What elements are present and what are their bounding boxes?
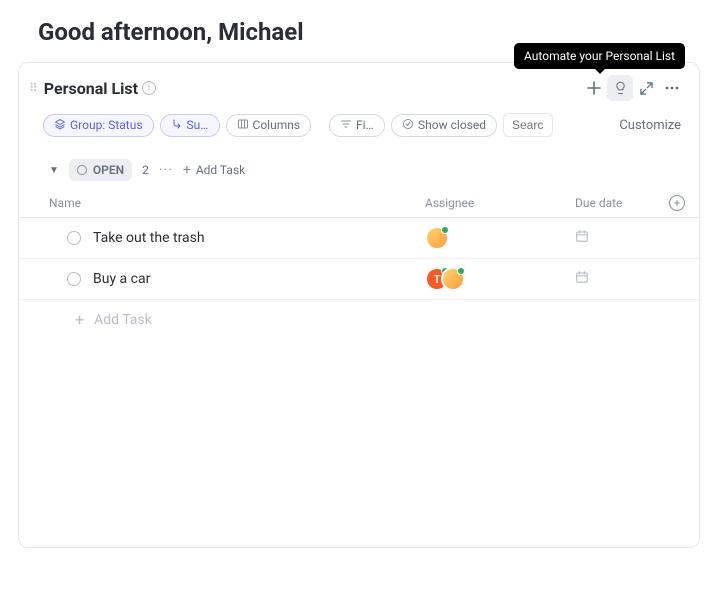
subtask-icon (171, 118, 183, 133)
search-input-wrap[interactable] (503, 113, 553, 137)
list-title[interactable]: Personal List (44, 79, 138, 98)
list-card: Automate your Personal List ⠿ Personal L… (18, 62, 700, 548)
plus-icon: + (183, 162, 191, 178)
customize-button[interactable]: Customize (619, 118, 685, 133)
columns-chip[interactable]: Columns (226, 114, 312, 137)
avatar[interactable] (441, 267, 465, 291)
group-header: ▼ OPEN 2 ··· + Add Task (19, 149, 699, 189)
info-icon[interactable]: i (142, 81, 156, 95)
presence-dot-icon (457, 267, 465, 275)
task-name[interactable]: Take out the trash (93, 230, 425, 246)
group-chip[interactable]: Group: Status (43, 114, 154, 137)
layers-icon (54, 118, 66, 133)
filter-row: Group: Status Subtasks Columns Filters (19, 109, 699, 149)
table-head: Name Assignee Due date + (19, 189, 699, 218)
due-date-cell[interactable] (575, 229, 665, 247)
status-pill[interactable]: OPEN (69, 159, 132, 181)
expand-icon[interactable] (633, 75, 659, 101)
task-row[interactable]: Take out the trash (19, 218, 699, 259)
columns-icon (237, 118, 249, 133)
check-circle-icon (402, 118, 414, 133)
calendar-icon (575, 229, 589, 247)
group-count: 2 (142, 163, 149, 177)
subtasks-chip[interactable]: Subtasks (160, 114, 220, 137)
plus-icon: + (75, 310, 84, 329)
show-closed-chip[interactable]: Show closed (391, 114, 497, 137)
add-task-row[interactable]: + Add Task (19, 300, 699, 339)
presence-dot-icon (441, 226, 449, 234)
task-row[interactable]: Buy a carT (19, 259, 699, 300)
col-assignee-header[interactable]: Assignee (425, 196, 575, 210)
drag-icon[interactable]: ⠿ (29, 81, 38, 95)
automate-tooltip: Automate your Personal List (514, 43, 685, 69)
task-name[interactable]: Buy a car (93, 271, 425, 287)
col-due-header[interactable]: Due date (575, 196, 665, 210)
add-column-button[interactable]: + (665, 195, 685, 211)
automate-icon[interactable] (607, 75, 633, 101)
group-add-task-button[interactable]: + Add Task (183, 162, 245, 178)
col-name-header[interactable]: Name (49, 196, 425, 210)
group-more-icon[interactable]: ··· (159, 162, 173, 178)
status-dot-icon (77, 165, 87, 175)
page-greeting: Good afternoon, Michael (38, 18, 718, 46)
caret-icon[interactable]: ▼ (49, 165, 59, 176)
add-icon[interactable] (581, 75, 607, 101)
search-input[interactable] (512, 118, 544, 132)
filter-icon (340, 118, 352, 133)
filters-chip[interactable]: Filters (329, 114, 385, 137)
avatar[interactable] (425, 226, 449, 250)
plus-circle-icon: + (669, 195, 685, 211)
calendar-icon (575, 270, 589, 288)
more-icon[interactable] (659, 75, 685, 101)
assignee-cell[interactable]: T (425, 267, 575, 291)
due-date-cell[interactable] (575, 270, 665, 288)
status-circle[interactable] (67, 231, 81, 245)
status-circle[interactable] (67, 272, 81, 286)
assignee-cell[interactable] (425, 226, 575, 250)
